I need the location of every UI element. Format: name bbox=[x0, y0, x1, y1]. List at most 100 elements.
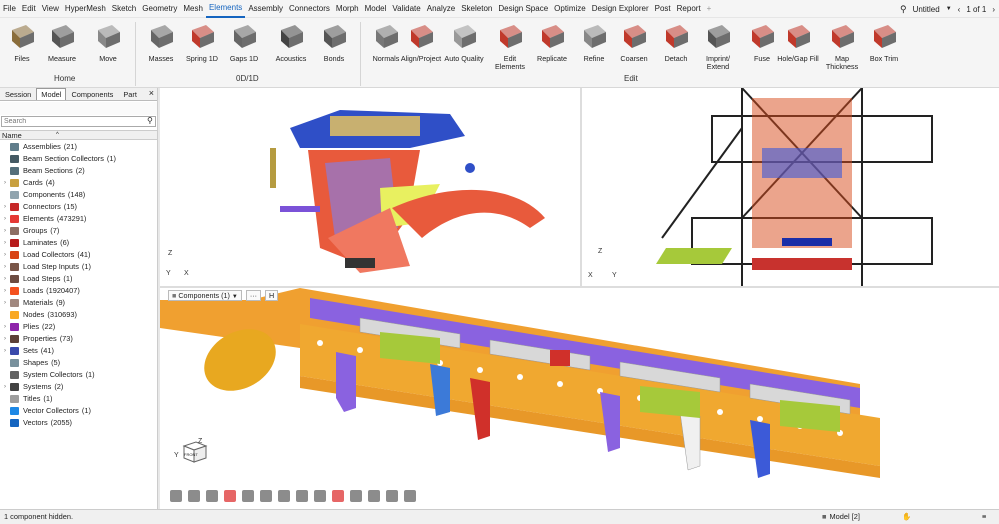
tree-item-shapes[interactable]: Shapes (5) bbox=[0, 357, 157, 369]
section-icon[interactable] bbox=[332, 490, 344, 502]
tab-model[interactable]: Model bbox=[36, 88, 67, 100]
tool-map-thickness[interactable]: Map Thickness bbox=[821, 20, 863, 71]
search-icon[interactable]: ⚲ bbox=[147, 116, 153, 125]
column-header[interactable]: Name ^ bbox=[0, 130, 157, 140]
zoom-icon[interactable] bbox=[206, 490, 218, 502]
light-icon[interactable] bbox=[386, 490, 398, 502]
wire-icon[interactable] bbox=[260, 490, 272, 502]
mesh-icon[interactable] bbox=[278, 490, 290, 502]
close-icon[interactable]: × bbox=[149, 88, 154, 98]
next-page-icon[interactable]: › bbox=[992, 5, 995, 14]
tree-item-elements[interactable]: › Elements (473291) bbox=[0, 213, 157, 225]
search-input[interactable] bbox=[1, 116, 156, 127]
menu-model[interactable]: Model bbox=[362, 0, 390, 18]
tool-move[interactable]: Move bbox=[87, 20, 129, 63]
prev-page-icon[interactable]: ‹ bbox=[958, 5, 961, 14]
tree-item-load-step-inputs[interactable]: › Load Step Inputs (1) bbox=[0, 261, 157, 273]
menu-file[interactable]: File bbox=[0, 0, 19, 18]
tree-item-beam-section-collectors[interactable]: Beam Section Collectors (1) bbox=[0, 153, 157, 165]
clip-icon[interactable] bbox=[368, 490, 380, 502]
menu-view[interactable]: View bbox=[39, 0, 62, 18]
menu-report[interactable]: Report bbox=[674, 0, 704, 18]
search-icon[interactable]: ⚲ bbox=[900, 4, 907, 15]
tool-bonds[interactable]: Bonds bbox=[313, 20, 355, 63]
menu-analyze[interactable]: Analyze bbox=[424, 0, 458, 18]
model-selector[interactable]: ■ Model [2] bbox=[822, 510, 860, 524]
menu-validate[interactable]: Validate bbox=[389, 0, 423, 18]
menu-assembly[interactable]: Assembly bbox=[245, 0, 286, 18]
tool-spring-1d[interactable]: Spring 1D bbox=[181, 20, 223, 63]
shade-icon[interactable] bbox=[314, 490, 326, 502]
menu-post[interactable]: Post bbox=[652, 0, 674, 18]
tree-item-load-steps[interactable]: › Load Steps (1) bbox=[0, 273, 157, 285]
lock-icon[interactable] bbox=[404, 490, 416, 502]
tree-item-sets[interactable]: › Sets (41) bbox=[0, 345, 157, 357]
hand-icon[interactable]: ✋ bbox=[902, 510, 911, 524]
menu-skeleton[interactable]: Skeleton bbox=[458, 0, 495, 18]
menu-hypermesh[interactable]: HyperMesh bbox=[62, 0, 109, 18]
tree-item-cards[interactable]: › Cards (4) bbox=[0, 177, 157, 189]
tool-files[interactable]: Files bbox=[1, 20, 43, 63]
tree-item-systems[interactable]: › Systems (2) bbox=[0, 381, 157, 393]
tree-item-beam-sections[interactable]: Beam Sections (2) bbox=[0, 165, 157, 177]
viewport-tractor[interactable]: Z Y X bbox=[160, 88, 580, 286]
tool-detach[interactable]: Detach bbox=[655, 20, 697, 63]
expand-arrow-icon[interactable]: › bbox=[0, 333, 10, 345]
tool-replicate[interactable]: Replicate bbox=[531, 20, 573, 63]
menu-connectors[interactable]: Connectors bbox=[286, 0, 333, 18]
add-ribbon-icon[interactable]: + bbox=[704, 0, 715, 18]
tab-components[interactable]: Components bbox=[66, 88, 118, 100]
tool-masses[interactable]: Masses bbox=[140, 20, 182, 63]
menu-elements[interactable]: Elements bbox=[205, 0, 246, 18]
expand-arrow-icon[interactable]: › bbox=[0, 273, 10, 285]
expand-arrow-icon[interactable]: › bbox=[0, 345, 10, 357]
tree-item-titles[interactable]: Titles (1) bbox=[0, 393, 157, 405]
tool-box-trim[interactable]: Box Trim bbox=[863, 20, 905, 63]
viewport-chassis[interactable] bbox=[160, 288, 999, 509]
tab-part[interactable]: Part bbox=[118, 88, 142, 100]
menu-edit[interactable]: Edit bbox=[19, 0, 39, 18]
tree-item-groups[interactable]: › Groups (7) bbox=[0, 225, 157, 237]
expand-arrow-icon[interactable]: › bbox=[0, 249, 10, 261]
tool-refine[interactable]: Refine bbox=[573, 20, 615, 63]
tool-acoustics[interactable]: Acoustics bbox=[270, 20, 312, 63]
expand-arrow-icon[interactable]: › bbox=[0, 237, 10, 249]
menu-morph[interactable]: Morph bbox=[333, 0, 362, 18]
expand-arrow-icon[interactable]: › bbox=[0, 321, 10, 333]
solid-icon[interactable] bbox=[242, 490, 254, 502]
tree-item-vectors[interactable]: Vectors (2055) bbox=[0, 417, 157, 429]
tool-align-project[interactable]: Align/Project bbox=[400, 20, 442, 63]
expand-arrow-icon[interactable]: › bbox=[0, 297, 10, 309]
axis-icon[interactable] bbox=[350, 490, 362, 502]
tool-measure[interactable]: Measure bbox=[41, 20, 83, 63]
pin-button[interactable]: H bbox=[265, 289, 279, 301]
expand-arrow-icon[interactable]: › bbox=[0, 201, 10, 213]
components-dropdown[interactable]: ■ Components (1) ▼ bbox=[168, 289, 242, 301]
view-cube[interactable]: FRONT bbox=[180, 438, 208, 464]
tool-hole-gap-fill[interactable]: Hole/Gap Fill bbox=[777, 20, 819, 63]
expand-arrow-icon[interactable]: › bbox=[0, 285, 10, 297]
tree-item-system-collectors[interactable]: System Collectors (1) bbox=[0, 369, 157, 381]
tree-item-vector-collectors[interactable]: Vector Collectors (1) bbox=[0, 405, 157, 417]
tree-item-laminates[interactable]: › Laminates (6) bbox=[0, 237, 157, 249]
tree-item-plies[interactable]: › Plies (22) bbox=[0, 321, 157, 333]
tool-auto-quality[interactable]: Auto Quality bbox=[443, 20, 485, 63]
tree-item-properties[interactable]: › Properties (73) bbox=[0, 333, 157, 345]
doc-title[interactable]: Untitled bbox=[913, 5, 940, 14]
tool-edit-elements[interactable]: Edit Elements bbox=[489, 20, 531, 71]
tree-item-assemblies[interactable]: Assemblies (21) bbox=[0, 141, 157, 153]
tree-item-connectors[interactable]: › Connectors (15) bbox=[0, 201, 157, 213]
fit-icon[interactable] bbox=[188, 490, 200, 502]
menu-design-explorer[interactable]: Design Explorer bbox=[589, 0, 652, 18]
tab-session[interactable]: Session bbox=[0, 88, 36, 100]
menu-optimize[interactable]: Optimize bbox=[551, 0, 589, 18]
tree-item-components[interactable]: Components (148) bbox=[0, 189, 157, 201]
menu-design-space[interactable]: Design Space bbox=[495, 0, 551, 18]
rotate-icon[interactable] bbox=[170, 490, 182, 502]
tool-coarsen[interactable]: Coarsen bbox=[613, 20, 655, 63]
tree-item-loads[interactable]: › Loads (1920407) bbox=[0, 285, 157, 297]
menu-icon[interactable]: ≡ bbox=[982, 510, 986, 524]
expand-arrow-icon[interactable]: › bbox=[0, 381, 10, 393]
expand-arrow-icon[interactable]: › bbox=[0, 213, 10, 225]
tool-imprint-extend[interactable]: Imprint/ Extend bbox=[697, 20, 739, 71]
